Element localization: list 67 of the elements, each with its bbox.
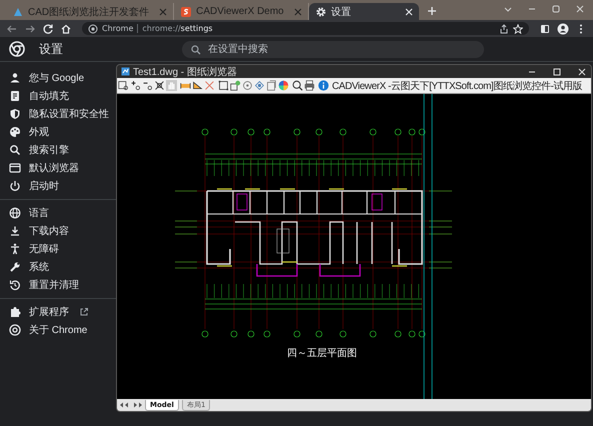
- search-icon: [191, 44, 201, 54]
- sidebar-item[interactable]: 重置并清理: [0, 276, 116, 294]
- tab-scroll-arrows-icon[interactable]: [120, 402, 142, 408]
- sidebar-item[interactable]: 搜索引擎: [0, 141, 116, 159]
- zoom-in-icon[interactable]: [130, 80, 141, 91]
- color-wheel-icon[interactable]: [278, 80, 289, 91]
- site-label: Chrome: [102, 24, 134, 33]
- sidebar-item[interactable]: 默认浏览器: [0, 159, 116, 177]
- profile-avatar-icon[interactable]: [557, 22, 569, 34]
- zoom-window-icon[interactable]: [118, 80, 129, 91]
- palette-icon: [9, 126, 21, 138]
- sidebar-item[interactable]: 无障碍: [0, 240, 116, 258]
- browser-window-icon: [9, 162, 21, 174]
- tab-title: 设置: [330, 6, 351, 18]
- tab-title: CADViewerX Demo: [196, 6, 284, 17]
- star-icon[interactable]: [513, 24, 523, 34]
- search-icon: [9, 144, 21, 156]
- puzzle-piece-icon: [9, 306, 21, 318]
- download-icon: [9, 225, 21, 237]
- reset-icon: [9, 279, 21, 291]
- sidebar-item[interactable]: 语言: [0, 204, 116, 222]
- window-title: Test1.dwg - 图纸浏览器: [133, 66, 237, 78]
- sidebar-item[interactable]: 隐私设置和安全性: [0, 105, 116, 123]
- app-logo-icon: [121, 67, 130, 76]
- s-logo-icon: [180, 6, 192, 18]
- zoom-out-icon[interactable]: [142, 80, 153, 91]
- side-panel-icon[interactable]: [539, 22, 551, 34]
- url-text: chrome://settings: [142, 24, 213, 33]
- power-icon: [9, 180, 21, 192]
- disc-icon[interactable]: [242, 80, 253, 91]
- sidebar-item[interactable]: 系统: [0, 258, 116, 276]
- gear-icon: [314, 6, 327, 18]
- tab-title: CAD图纸浏览批注开发套件: [28, 6, 150, 18]
- drawing-title: 四～五层平面图: [287, 347, 357, 360]
- sidebar-item[interactable]: 启动时: [0, 177, 116, 195]
- sidebar-item[interactable]: 扩展程序: [0, 303, 116, 321]
- forward-arrow-icon[interactable]: [24, 22, 36, 34]
- globe-icon: [9, 207, 21, 219]
- printer-icon[interactable]: [304, 80, 315, 91]
- frame-icon[interactable]: [218, 80, 229, 91]
- back-arrow-icon[interactable]: [6, 22, 18, 34]
- home-icon[interactable]: [60, 22, 72, 34]
- plus-icon[interactable]: [426, 6, 437, 16]
- triangle-icon: [12, 6, 24, 18]
- browser-tab[interactable]: 设置: [308, 3, 419, 20]
- maximize-icon[interactable]: [552, 66, 562, 76]
- sidebar-item[interactable]: 下载内容: [0, 222, 116, 240]
- magnifier-icon[interactable]: [292, 80, 303, 91]
- address-bar[interactable]: Chrome chrome://settings: [82, 22, 529, 35]
- person-icon: [9, 72, 21, 84]
- sidebar-item[interactable]: 您与 Google: [0, 69, 116, 87]
- sidebar-item[interactable]: 关于 Chrome: [0, 321, 116, 339]
- info-icon[interactable]: [318, 80, 329, 91]
- trial-notice: CADViewerX -云图天下[YTTXSoft.com]图纸浏览控件-试用版: [332, 80, 582, 92]
- reload-icon[interactable]: [42, 22, 54, 34]
- wrench-icon: [9, 261, 21, 273]
- sidebar-item[interactable]: 外观: [0, 123, 116, 141]
- measure-distance-icon[interactable]: [180, 80, 191, 91]
- page-title: 设置: [39, 40, 64, 58]
- shield-icon: [9, 108, 21, 120]
- measure-area-icon[interactable]: [192, 80, 203, 91]
- clipboard-icon: [9, 90, 21, 102]
- accessibility-icon: [9, 243, 21, 255]
- copy-icon[interactable]: [266, 80, 277, 91]
- sidebar-item[interactable]: 自动填充: [0, 87, 116, 105]
- share-icon[interactable]: [499, 24, 509, 34]
- search-field[interactable]: 在设置中搜索: [182, 40, 484, 58]
